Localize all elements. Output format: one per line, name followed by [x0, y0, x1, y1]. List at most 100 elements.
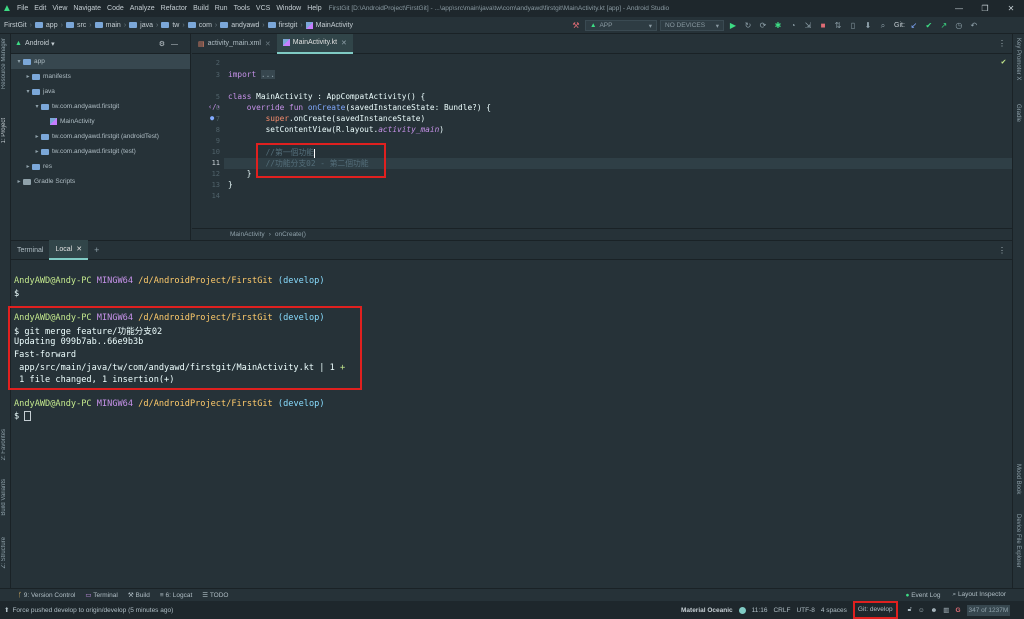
memory-indicator[interactable]: 347 of 1237M	[966, 604, 1011, 616]
tree-item[interactable]: ▸ Gradle Scripts	[11, 174, 190, 189]
event-log-tool[interactable]: ● Event Log	[905, 592, 940, 599]
tree-item[interactable]: ▸ tw.com.andyawd.firstgit (test)	[11, 144, 190, 159]
profile-icon[interactable]: ◔	[787, 21, 799, 30]
tree-item[interactable]: ▸ res	[11, 159, 190, 174]
tab-main-activity[interactable]: MainActivity.kt ✕	[276, 33, 353, 54]
close-icon[interactable]: ✕	[998, 0, 1024, 17]
stop-icon[interactable]: ■	[817, 21, 829, 30]
lock-icon[interactable]: 🔓︎	[908, 606, 912, 614]
menu-item-view[interactable]: View	[49, 5, 70, 12]
override-gutter-icon[interactable]: ●	[210, 114, 214, 122]
apply-changes-icon[interactable]: ↻	[742, 21, 754, 30]
maximize-icon[interactable]: ❐	[972, 0, 998, 17]
breadcrumb-item[interactable]: main	[94, 22, 121, 29]
key-promoter-tab[interactable]: Key Promoter X	[1015, 38, 1021, 80]
history-icon[interactable]: ◷	[953, 21, 965, 30]
device-file-explorer-tab[interactable]: Device File Explorer	[1015, 514, 1021, 568]
terminal-output[interactable]: AndyAWD@Andy-PC MINGW64 /d/AndroidProjec…	[8, 260, 1012, 588]
breadcrumb-item[interactable]: java	[129, 22, 153, 29]
menu-item-tools[interactable]: Tools	[231, 5, 253, 12]
chevron-down-icon[interactable]: ▾	[24, 88, 32, 95]
tree-item[interactable]: MainActivity	[11, 114, 190, 129]
favorites-tab[interactable]: 2: Favorites	[1, 429, 7, 460]
face-icon[interactable]: ☻	[930, 607, 937, 614]
tree-item[interactable]: ▾ java	[11, 84, 190, 99]
menu-item-help[interactable]: Help	[304, 5, 324, 12]
terminal-tool[interactable]: ▭ Terminal	[85, 591, 117, 599]
menu-item-code[interactable]: Code	[104, 5, 127, 12]
google-icon[interactable]: G	[955, 607, 960, 614]
breadcrumb-item[interactable]: FirstGit	[4, 22, 27, 29]
caret-position[interactable]: 11:16	[752, 607, 768, 614]
build-variants-tab[interactable]: Build Variants	[1, 479, 7, 516]
code-editor[interactable]: 2 3 5 6 7 8 9 10 11 12 13 14 ‹/› ● impor…	[192, 55, 1012, 228]
tree-item[interactable]: ▾ app	[11, 54, 190, 69]
project-view-selector[interactable]: Android	[25, 40, 49, 47]
logcat-tool[interactable]: ≡ 6: Logcat	[160, 592, 192, 599]
menu-item-file[interactable]: File	[14, 5, 31, 12]
menu-item-build[interactable]: Build	[190, 5, 212, 12]
todo-tool[interactable]: ☰ TODO	[202, 591, 228, 599]
hide-icon[interactable]: —	[171, 41, 184, 48]
theme-indicator[interactable]: Material Oceanic	[681, 607, 733, 614]
search-icon[interactable]: ⌕	[877, 21, 889, 31]
menu-item-analyze[interactable]: Analyze	[127, 5, 158, 12]
resource-manager-tab[interactable]: Resource Manager	[1, 38, 7, 89]
tab-menu-icon[interactable]: ⋮	[998, 39, 1006, 48]
breadcrumb-item[interactable]: tw	[161, 22, 179, 29]
breadcrumb-item[interactable]: app	[34, 22, 58, 29]
chevron-right-icon[interactable]: ▸	[24, 163, 32, 170]
add-terminal-icon[interactable]: +	[94, 245, 99, 255]
breadcrumb-function[interactable]: onCreate()	[275, 231, 306, 238]
project-tab[interactable]: 1: Project	[1, 118, 7, 143]
tree-item[interactable]: ▾ tw.com.andyawd.firstgit	[11, 99, 190, 114]
indent-setting[interactable]: 4 spaces	[821, 607, 847, 614]
attach-debugger-icon[interactable]: ⇲	[802, 21, 814, 30]
tree-item[interactable]: ▸ tw.com.andyawd.firstgit (androidTest)	[11, 129, 190, 144]
menu-item-refactor[interactable]: Refactor	[158, 5, 190, 12]
git-commit-icon[interactable]: ✔	[923, 21, 935, 30]
chevron-right-icon[interactable]: ▸	[33, 133, 41, 140]
gear-icon[interactable]: ⚙	[159, 41, 171, 48]
chevron-down-icon[interactable]: ▾	[15, 58, 23, 65]
breadcrumb-item[interactable]: MainActivity	[305, 21, 353, 29]
breadcrumb-item[interactable]: firstgit	[267, 22, 297, 29]
structure-tab[interactable]: Z: Structure	[1, 537, 7, 568]
version-control-tool[interactable]: ᚴ 9: Version Control	[18, 592, 75, 599]
file-encoding[interactable]: UTF-8	[796, 607, 814, 614]
breadcrumb-item[interactable]: com	[187, 22, 212, 29]
chevron-down-icon[interactable]: ▾	[51, 40, 55, 48]
line-separator[interactable]: CRLF	[773, 607, 790, 614]
sync-icon[interactable]: ⇅	[832, 21, 844, 30]
chevron-right-icon[interactable]: ▸	[15, 178, 23, 185]
terminal-options-icon[interactable]: ⋮	[998, 246, 1006, 255]
status-message[interactable]: Force pushed develop to origin/develop (…	[12, 607, 173, 614]
git-update-icon[interactable]: ↙	[908, 21, 920, 30]
chevron-right-icon[interactable]: ▸	[33, 148, 41, 155]
run-icon[interactable]: ▶	[727, 21, 739, 30]
sdk-manager-icon[interactable]: ⬇	[862, 21, 874, 30]
mood-book-tab[interactable]: Mood Book	[1015, 464, 1021, 494]
layout-inspector-tool[interactable]: ⌕ Layout Inspector	[952, 591, 1006, 599]
git-push-icon[interactable]: ↗	[938, 21, 950, 30]
apply-code-changes-icon[interactable]: ⟳	[757, 21, 769, 30]
hammer-icon[interactable]: ⚒	[570, 21, 582, 30]
tab-activity-main[interactable]: ▤ activity_main.xml ✕	[192, 34, 277, 54]
gradle-tab[interactable]: Gradle	[1015, 104, 1021, 122]
terminal-input-line[interactable]: $	[14, 411, 32, 422]
folded-imports[interactable]: ...	[260, 70, 275, 79]
menu-item-edit[interactable]: Edit	[31, 5, 49, 12]
breadcrumb-item[interactable]: andyawd	[220, 22, 259, 29]
menu-item-navigate[interactable]: Navigate	[70, 5, 104, 12]
trash-icon[interactable]: ▥	[943, 606, 949, 614]
chevron-right-icon[interactable]: ▸	[24, 73, 32, 80]
menu-item-vcs[interactable]: VCS	[253, 5, 273, 12]
build-tool[interactable]: ⚒ Build	[128, 591, 150, 599]
close-icon[interactable]: ✕	[341, 39, 347, 47]
smile-icon[interactable]: ☺	[918, 607, 925, 614]
tree-item[interactable]: ▸ manifests	[11, 69, 190, 84]
rollback-icon[interactable]: ↶	[968, 21, 980, 30]
chevron-down-icon[interactable]: ▾	[33, 103, 41, 110]
minimize-icon[interactable]: —	[946, 0, 972, 17]
menu-item-window[interactable]: Window	[273, 5, 304, 12]
